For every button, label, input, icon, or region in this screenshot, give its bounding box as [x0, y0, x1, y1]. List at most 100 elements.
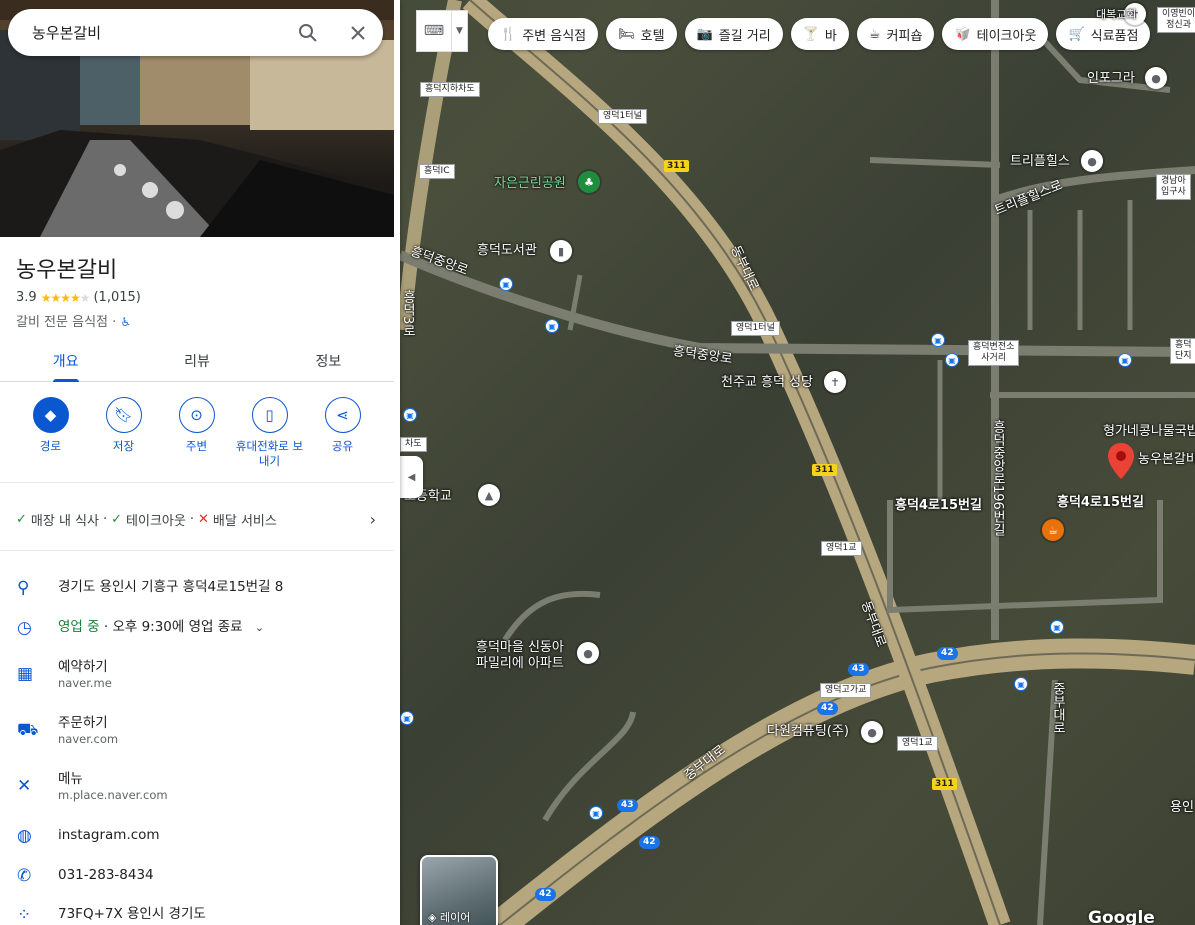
search-box[interactable]: 농우본갈비: [8, 9, 383, 56]
graduation-cap-icon[interactable]: ▲: [478, 484, 500, 506]
route-311-badge: 311: [812, 464, 837, 476]
chip-things-to-do[interactable]: 📷 즐길 거리: [684, 18, 783, 50]
place-title: 농우본갈비: [16, 258, 118, 283]
reserve-row[interactable]: ▦ 예약하기 naver.me: [0, 658, 394, 691]
save-button[interactable]: 🔖︎ 저장: [87, 397, 160, 469]
poi-label-target[interactable]: 농우본갈비: [1138, 452, 1195, 468]
cocktail-icon: 🍸: [802, 26, 819, 42]
star-rating-icon: ★★★★★: [40, 290, 91, 305]
chip-coffee[interactable]: ☕ 커피숍: [856, 18, 935, 50]
bus-stop-icon[interactable]: ▣: [1118, 353, 1132, 367]
poi-label-hyeongga[interactable]: 형가네콩나물국밥: [1103, 424, 1195, 440]
bus-stop-icon[interactable]: ▣: [545, 319, 559, 333]
tree-icon[interactable]: ♣: [578, 171, 600, 193]
poi-label-triple[interactable]: 트리플힐스: [1010, 154, 1070, 170]
order-title: 주문하기: [58, 715, 108, 731]
hours-row[interactable]: ◷ 영업 중 · 오후 9:30에 영업 종료 ⌄: [0, 618, 394, 638]
route-311-badge: 311: [932, 778, 957, 790]
search-button[interactable]: [283, 23, 333, 43]
service-options[interactable]: ✓ 매장 내 식사 · ✓ 테이크아웃 · ✕ 배달 서비스 ›: [16, 510, 376, 529]
directions-button[interactable]: ◆ 경로: [14, 397, 87, 469]
collapse-panel-button[interactable]: ◀: [400, 456, 423, 498]
poi-label-apartment[interactable]: 흥덕마을 신동아 파밀리에 아파트: [476, 640, 564, 672]
send-to-phone-button[interactable]: ▯ 휴대전화로 보내기: [233, 397, 306, 469]
poi-label-inpo[interactable]: 인포그라: [1087, 71, 1135, 87]
order-url: naver.com: [58, 732, 119, 746]
poi-label-church[interactable]: 천주교 흥덕 성당: [721, 375, 813, 391]
category-sep: ·: [112, 315, 117, 330]
plus-code-icon: ⁘: [17, 905, 32, 925]
directions-icon: ◆: [32, 397, 69, 433]
label-ganam: 경남아 입구사: [1156, 174, 1191, 200]
location-dot-icon[interactable]: ●: [861, 721, 883, 743]
road-label: 흥덕4로15번길: [1057, 495, 1144, 510]
book-icon[interactable]: ▮: [550, 240, 572, 262]
divider: [0, 550, 394, 551]
menu-row[interactable]: ✕ 메뉴 m.place.naver.com: [0, 770, 394, 803]
poi-label-church-top[interactable]: 대복교회: [1096, 7, 1136, 23]
share-button[interactable]: ⋖ 공유: [306, 397, 379, 469]
layers-button[interactable]: ◈ 레이어: [420, 855, 498, 925]
bus-stop-icon[interactable]: ▣: [589, 806, 603, 820]
road-label: 흥덕3로: [400, 290, 415, 338]
place-panel: 농우본갈비 농우본갈비 3.9 ★★★★★ (1,015) 갈비 전문 음식점 …: [0, 0, 400, 925]
review-count[interactable]: (1,015): [93, 290, 140, 305]
tab-overview[interactable]: 개요: [0, 338, 131, 382]
bus-stop-icon[interactable]: ▣: [400, 711, 414, 725]
label-clinic: 이영빈이 정신과: [1157, 7, 1195, 33]
bus-stop-icon[interactable]: ▣: [931, 333, 945, 347]
phone-row[interactable]: ✆ 031-283-8434: [0, 866, 394, 886]
chevron-right-icon[interactable]: ›: [370, 510, 376, 529]
location-dot-icon[interactable]: ●: [1081, 150, 1103, 172]
plus-code-row[interactable]: ⁘ 73FQ+7X 용인시 경기도: [0, 905, 394, 925]
nearby-button[interactable]: ⊙ 주변: [160, 397, 233, 469]
poi-label-library[interactable]: 흥덕도서관: [477, 243, 537, 259]
order-row[interactable]: ⛟ 주문하기 naver.com: [0, 714, 394, 747]
keyboard-shortcuts-button[interactable]: ⌨ ▼: [416, 10, 468, 52]
coffee-icon[interactable]: ☕: [1042, 519, 1064, 541]
chip-takeout[interactable]: 🥡 테이크아웃: [942, 18, 1049, 50]
label-cha: 차도: [400, 437, 427, 452]
wheelchair-icon: ♿: [120, 315, 132, 329]
hours-detail: · 오후 9:30에 영업 종료: [103, 619, 243, 635]
bus-stop-icon[interactable]: ▣: [945, 353, 959, 367]
chip-restaurants[interactable]: 🍴 주변 음식점: [488, 18, 599, 50]
tab-about[interactable]: 정보: [263, 338, 394, 381]
poi-label-edge: 용인: [1170, 800, 1194, 815]
bus-stop-icon[interactable]: ▣: [499, 277, 513, 291]
phone-icon: ✆: [17, 866, 32, 886]
search-icon: [299, 23, 317, 42]
address-row[interactable]: ⚲ 경기도 용인시 기흥구 흥덕4로15번길 8: [0, 578, 394, 598]
open-status: 영업 중: [58, 619, 100, 635]
category-chips: 🍴 주변 음식점 🛏 호텔 📷 즐길 거리 🍸 바 ☕ 커피숍 🥡 테이크아웃 🛒 식료품점: [488, 18, 1151, 50]
chevron-down-icon[interactable]: ⌄: [255, 621, 264, 634]
place-rating[interactable]: 3.9 ★★★★★ (1,015): [16, 290, 141, 305]
menu-title: 메뉴: [58, 771, 83, 787]
cross-icon[interactable]: ✝: [824, 371, 846, 393]
action-buttons: ◆ 경로 🔖︎ 저장 ⊙ 주변 ▯ 휴대전화로 보내기 ⋖ 공유: [0, 397, 394, 469]
clear-search-button[interactable]: [333, 25, 383, 41]
chip-bars[interactable]: 🍸 바: [790, 18, 849, 50]
category-label[interactable]: 갈비 전문 음식점: [16, 315, 108, 330]
bus-stop-icon[interactable]: ▣: [403, 408, 417, 422]
selected-place-pin-icon[interactable]: [1108, 443, 1134, 479]
chevron-down-icon[interactable]: ▼: [451, 11, 467, 51]
search-input[interactable]: 농우본갈비: [32, 22, 283, 43]
poi-label-park[interactable]: 자은근린공원: [494, 176, 566, 192]
website-row[interactable]: ◍ instagram.com: [0, 826, 394, 846]
cross-mark-icon: ✕: [197, 512, 209, 527]
bus-stop-icon[interactable]: ▣: [1050, 620, 1064, 634]
location-dot-icon[interactable]: ●: [577, 642, 599, 664]
divider: [0, 482, 394, 483]
label-bridge-2: 영덕1교: [897, 736, 938, 751]
check-icon: ✓: [111, 512, 123, 527]
takeout-icon: 🥡: [954, 26, 971, 42]
chip-hotels[interactable]: 🛏 호텔: [606, 18, 677, 50]
tab-reviews[interactable]: 리뷰: [131, 338, 262, 381]
poi-label-company[interactable]: 다원컴퓨팅(주): [767, 724, 849, 740]
coffee-icon: ☕: [868, 26, 881, 42]
bus-stop-icon[interactable]: ▣: [1014, 677, 1028, 691]
location-dot-icon[interactable]: ●: [1145, 67, 1167, 89]
nearby-pin-icon: ⊙: [178, 397, 215, 433]
camera-icon: 📷: [696, 26, 713, 42]
